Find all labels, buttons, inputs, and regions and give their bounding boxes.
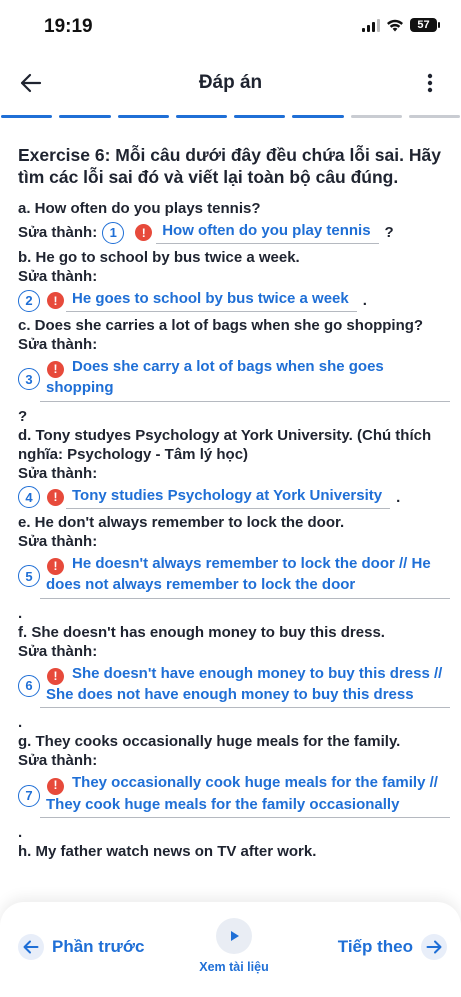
previous-section-button[interactable]: Phần trước xyxy=(18,934,144,960)
answer-number-badge: 3 xyxy=(18,368,40,391)
error-icon: ! xyxy=(47,361,64,379)
progress-segment xyxy=(350,115,402,118)
answer-field[interactable]: How often do you play tennis xyxy=(156,221,379,244)
cellular-signal-icon xyxy=(362,18,380,32)
answer-punctuation: ? xyxy=(18,407,28,425)
question-text: g. They cooks occasionally huge meals fo… xyxy=(18,733,401,751)
answer-number-badge: 2 xyxy=(18,289,40,312)
answer-number-badge: 5 xyxy=(18,565,40,588)
answer-row: 4 ! Tony studies Psychology at York Univ… xyxy=(18,486,450,509)
answer-number-badge: 7 xyxy=(18,784,40,807)
page-title: Đáp án xyxy=(198,72,263,93)
answer-number-badge: 1 xyxy=(102,221,125,244)
answer-text: She doesn't have enough money to buy thi… xyxy=(46,664,443,703)
answer-punctuation: . xyxy=(18,714,23,732)
fix-label: Sửa thành: xyxy=(18,464,98,482)
answer-row: 7 ! They occasionally cook huge meals for… xyxy=(18,773,450,818)
more-vertical-icon xyxy=(427,73,433,93)
play-icon xyxy=(216,918,252,954)
fix-label: Sửa thành: xyxy=(18,532,98,550)
answer-text: Does she carry a lot of bags when she go… xyxy=(46,358,384,397)
question-text: a. How often do you plays tennis? xyxy=(18,200,261,217)
progress-segment xyxy=(292,115,344,118)
answer-field[interactable]: ! They occasionally cook huge meals for t… xyxy=(40,773,450,818)
fix-label: Sửa thành: xyxy=(18,752,98,770)
answer-field[interactable]: ! Does she carry a lot of bags when she g… xyxy=(40,357,450,402)
more-options-button[interactable] xyxy=(415,68,445,98)
answer-punctuation: . xyxy=(362,292,367,309)
error-icon: ! xyxy=(135,224,153,241)
error-icon: ! xyxy=(47,777,64,795)
error-icon: ! xyxy=(47,667,64,685)
view-document-button[interactable]: Xem tài liệu xyxy=(192,918,276,974)
question-text: c. Does she carries a lot of bags when s… xyxy=(18,317,424,334)
answer-punctuation: . xyxy=(18,824,23,841)
answer-text: He doesn't always remember to lock the d… xyxy=(46,554,431,593)
status-bar: 19:19 57 xyxy=(0,0,461,54)
app-header: Đáp án xyxy=(0,60,461,106)
progress-segment xyxy=(117,115,169,118)
answer-row: Sửa thành: 1 ! How often do you play ten… xyxy=(18,221,450,244)
exercise-content: Exercise 6: Mỗi câu dưới đây đều chứa lỗ… xyxy=(18,144,450,886)
progress-indicator xyxy=(0,115,461,119)
answer-field[interactable]: ! He doesn't always remember to lock the … xyxy=(40,554,450,599)
error-icon: ! xyxy=(47,292,64,309)
previous-label: Phần trước xyxy=(52,937,145,956)
progress-segment xyxy=(408,115,460,118)
status-time: 19:19 xyxy=(44,16,93,37)
progress-segment xyxy=(234,115,286,118)
question-text: e. He don't always remember to lock the … xyxy=(18,513,345,531)
question-text: b. He go to school by bus twice a week. xyxy=(18,249,300,266)
view-document-label: Xem tài liệu xyxy=(199,960,269,974)
answer-punctuation: . xyxy=(18,604,23,622)
status-icons: 57 xyxy=(362,18,440,32)
error-icon: ! xyxy=(47,558,64,575)
question-text: f. She doesn't has enough money to buy t… xyxy=(18,623,385,641)
fix-label: Sửa thành: xyxy=(18,224,98,241)
question-text: d. Tony studyes Psychology at York Unive… xyxy=(18,426,432,463)
progress-segment xyxy=(59,115,111,118)
question-text: h. My father watch news on TV after work… xyxy=(18,843,317,860)
wifi-icon xyxy=(387,19,403,32)
answer-field[interactable]: He goes to school by bus twice a week xyxy=(66,289,357,312)
answer-row: 3 ! Does she carry a lot of bags when she… xyxy=(18,357,450,402)
arrow-left-icon xyxy=(18,934,44,960)
next-button[interactable]: Tiếp theo xyxy=(338,934,447,960)
answer-row: 5 ! He doesn't always remember to lock th… xyxy=(18,554,450,599)
answer-row: 6 ! She doesn't have enough money to buy … xyxy=(18,664,450,709)
answer-field[interactable]: ! She doesn't have enough money to buy th… xyxy=(40,664,450,709)
battery-icon: 57 xyxy=(410,18,440,32)
answer-punctuation: ? xyxy=(384,224,394,241)
next-label: Tiếp theo xyxy=(337,937,413,956)
answer-number-badge: 6 xyxy=(18,674,40,697)
answer-row: 2 ! He goes to school by bus twice a wee… xyxy=(18,289,450,312)
progress-segment xyxy=(1,115,53,118)
progress-segment xyxy=(175,115,227,118)
answer-field[interactable]: Tony studies Psychology at York Universi… xyxy=(66,486,391,509)
answer-text: They occasionally cook huge meals for th… xyxy=(46,774,438,813)
arrow-right-icon xyxy=(421,934,447,960)
fix-label: Sửa thành: xyxy=(18,268,98,285)
bottom-navigation: Phần trước Xem tài liệu Tiếp theo xyxy=(0,902,461,997)
answer-punctuation: . xyxy=(396,488,401,506)
fix-label: Sửa thành: xyxy=(18,336,98,353)
fix-label: Sửa thành: xyxy=(18,642,98,660)
answer-number-badge: 4 xyxy=(18,486,40,509)
error-icon: ! xyxy=(47,488,64,506)
exercise-title: Exercise 6: Mỗi câu dưới đây đều chứa lỗ… xyxy=(18,145,441,187)
